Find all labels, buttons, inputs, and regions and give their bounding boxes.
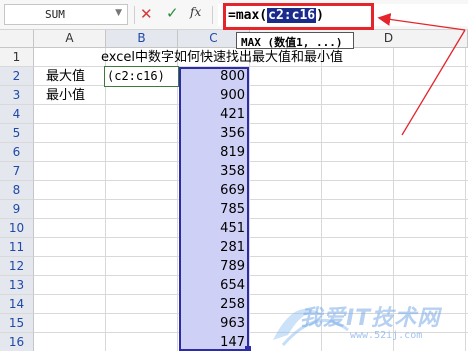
column-header-a[interactable]: A	[34, 30, 106, 48]
cell-c14[interactable]: 258	[181, 295, 245, 314]
row-header-11[interactable]: 11	[0, 238, 34, 257]
grid-line	[177, 48, 178, 351]
watermark-text: 我爱IT技术网	[300, 306, 441, 331]
watermark-url: www.52ij.com	[350, 330, 423, 341]
name-box-value: SUM	[45, 8, 65, 21]
cell-c4[interactable]: 421	[181, 105, 245, 124]
row-header-2[interactable]: 2	[0, 67, 34, 86]
formula-highlight-box	[223, 3, 374, 30]
row-header-14[interactable]: 14	[0, 295, 34, 314]
cancel-icon[interactable]: ✕	[140, 5, 153, 23]
row-header-5[interactable]: 5	[0, 124, 34, 143]
cell-c12[interactable]: 789	[181, 257, 245, 276]
select-all-corner[interactable]	[0, 30, 34, 48]
row-header-8[interactable]: 8	[0, 181, 34, 200]
row-header-13[interactable]: 13	[0, 276, 34, 295]
check-icon[interactable]: ✓	[166, 4, 179, 22]
cell-c8[interactable]: 669	[181, 181, 245, 200]
row-header-16[interactable]: 16	[0, 333, 34, 351]
row-header-7[interactable]: 7	[0, 162, 34, 181]
row-header-1[interactable]: 1	[0, 48, 34, 67]
row-header-3[interactable]: 3	[0, 86, 34, 105]
column-header-b[interactable]: B	[106, 30, 178, 48]
cell-c15[interactable]: 963	[181, 314, 245, 333]
label-min-cell[interactable]: 最小值	[46, 86, 85, 105]
fill-handle[interactable]	[245, 346, 251, 351]
divider	[134, 6, 135, 24]
cell-c3[interactable]: 900	[181, 86, 245, 105]
cell-c5[interactable]: 356	[181, 124, 245, 143]
chevron-down-icon[interactable]: ▼	[115, 8, 122, 18]
grid-line	[249, 48, 250, 351]
name-box[interactable]: SUM ▼	[4, 4, 128, 25]
row-header-6[interactable]: 6	[0, 143, 34, 162]
fx-icon[interactable]: fx	[190, 5, 201, 19]
divider	[212, 6, 213, 24]
row-header-12[interactable]: 12	[0, 257, 34, 276]
cell-c2[interactable]: 800	[181, 67, 245, 86]
editing-cell-b2[interactable]: (c2:c16)	[104, 66, 179, 87]
function-tooltip: MAX (数值1, ...)	[236, 32, 354, 49]
cell-c6[interactable]: 819	[181, 143, 245, 162]
row-header-15[interactable]: 15	[0, 314, 34, 333]
row-header-9[interactable]: 9	[0, 200, 34, 219]
cell-c16[interactable]: 147	[181, 333, 245, 351]
row-header-4[interactable]: 4	[0, 105, 34, 124]
cell-c11[interactable]: 281	[181, 238, 245, 257]
grid-line	[105, 48, 106, 351]
cell-c7[interactable]: 358	[181, 162, 245, 181]
label-max-cell[interactable]: 最大值	[46, 67, 85, 86]
cell-c13[interactable]: 654	[181, 276, 245, 295]
cell-c10[interactable]: 451	[181, 219, 245, 238]
title-cell[interactable]: excel中数字如何快速找出最大值和最小值	[101, 48, 343, 67]
cell-c9[interactable]: 785	[181, 200, 245, 219]
row-header-10[interactable]: 10	[0, 219, 34, 238]
